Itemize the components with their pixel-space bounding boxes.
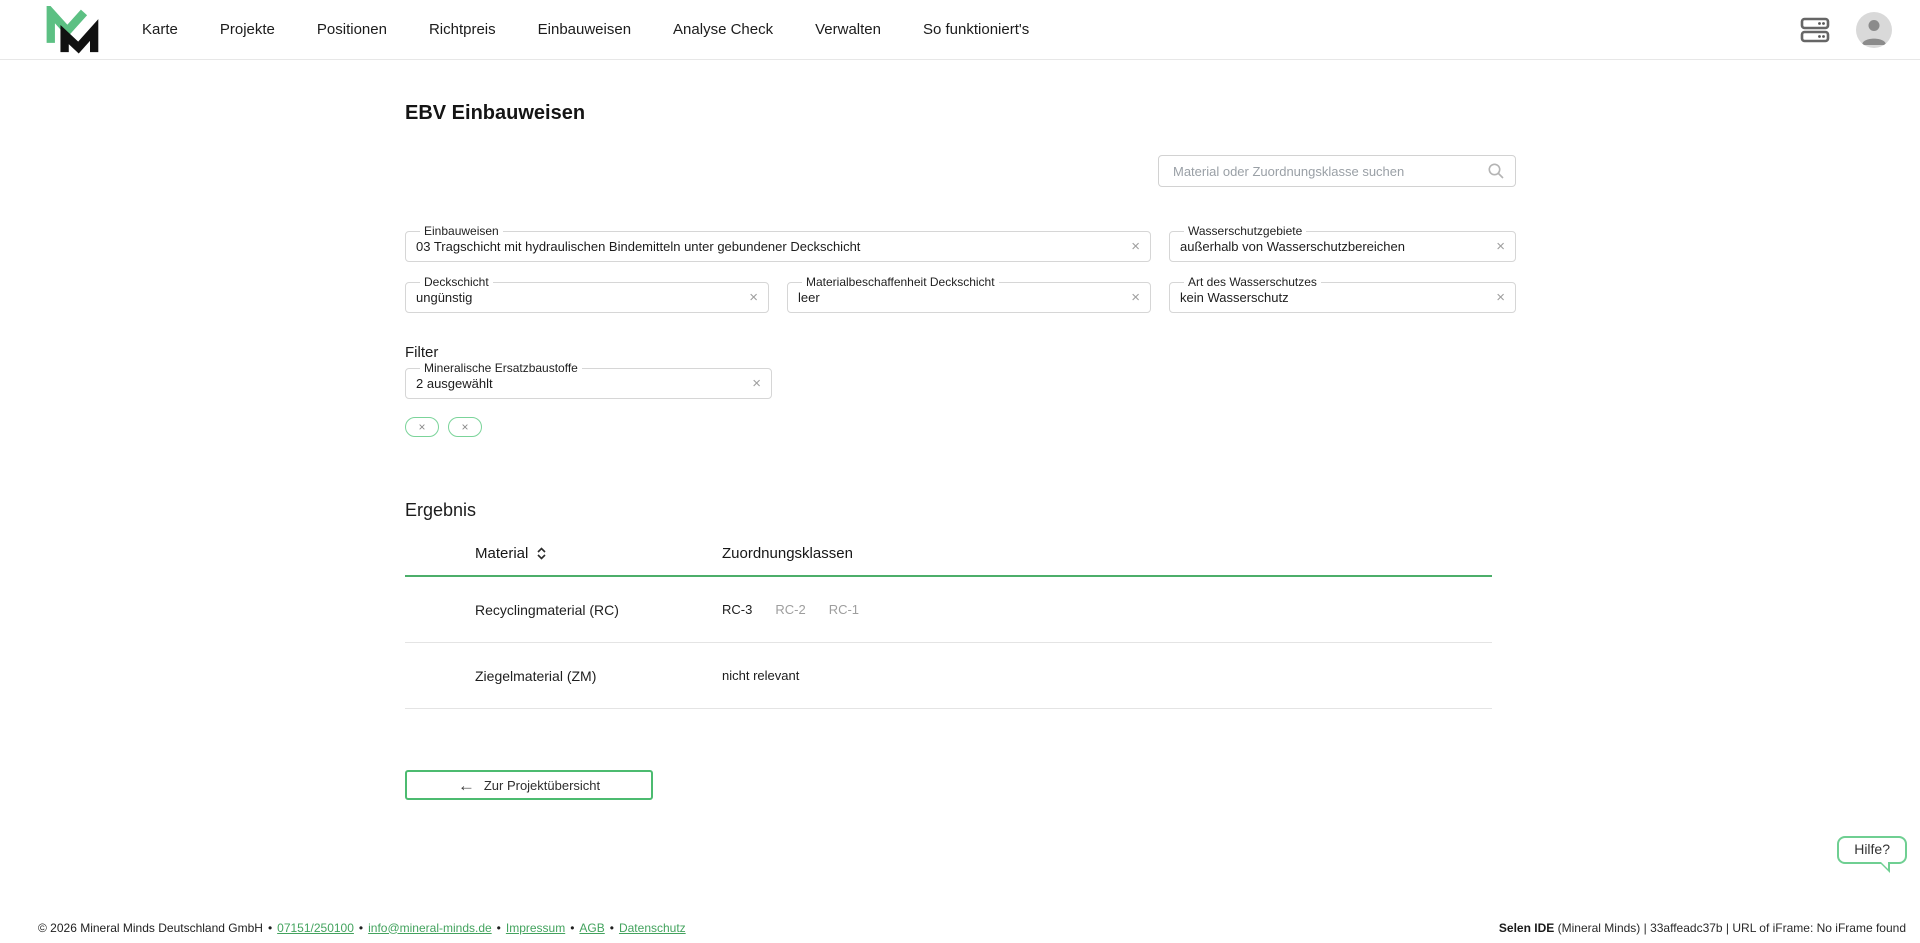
server-stack-icon[interactable] [1798, 13, 1832, 47]
footer-link-email[interactable]: info@mineral-minds.de [368, 921, 492, 935]
field-label: Einbauweisen [420, 224, 503, 238]
field-value: 2 ausgewählt [416, 376, 744, 391]
filter-chip[interactable]: × [448, 417, 482, 437]
clear-icon[interactable]: × [741, 290, 758, 305]
filter-chip[interactable]: × [405, 417, 439, 437]
field-value: 03 Tragschicht mit hydraulischen Bindemi… [416, 239, 1123, 254]
footer-left: © 2026 Mineral Minds Deutschland GmbH • … [38, 921, 686, 935]
mineral-minds-logo-icon[interactable] [42, 6, 102, 54]
field-value: ungünstig [416, 290, 741, 305]
field-label: Wasserschutzgebiete [1184, 224, 1306, 238]
table-header-row: Material Zuordnungsklassen [405, 532, 1492, 577]
search-input[interactable] [1171, 163, 1487, 180]
nav-item-einbauweisen[interactable]: Einbauweisen [538, 21, 631, 38]
nav-menu: Karte Projekte Positionen Richtpreis Ein… [142, 21, 1029, 38]
field-value: leer [798, 290, 1123, 305]
nav-item-positionen[interactable]: Positionen [317, 21, 387, 38]
footer-link-impressum[interactable]: Impressum [506, 921, 565, 935]
back-button-label: Zur Projektübersicht [484, 778, 600, 793]
main-content: EBV Einbauweisen Einbauweisen 03 Tragsch… [405, 102, 1516, 800]
chip-close-icon: × [418, 420, 425, 434]
field-art-des-wasserschutzes[interactable]: Art des Wasserschutzes kein Wasserschutz… [1169, 275, 1516, 313]
class-badge[interactable]: RC-1 [829, 602, 859, 617]
nav-item-projekte[interactable]: Projekte [220, 21, 275, 38]
column-header-material[interactable]: Material [475, 545, 528, 562]
sort-icon[interactable] [534, 546, 549, 561]
field-wasserschutzgebiete[interactable]: Wasserschutzgebiete außerhalb von Wasser… [1169, 224, 1516, 262]
copyright-text: © 2026 Mineral Minds Deutschland GmbH [38, 921, 263, 935]
clear-icon[interactable]: × [1488, 239, 1505, 254]
field-label: Materialbeschaffenheit Deckschicht [802, 275, 999, 289]
field-materialbeschaffenheit-deckschicht[interactable]: Materialbeschaffenheit Deckschicht leer … [787, 275, 1151, 313]
filter-chips: × × [405, 417, 1516, 437]
selection-fields: Einbauweisen 03 Tragschicht mit hydrauli… [405, 224, 1516, 313]
user-avatar[interactable] [1856, 12, 1892, 48]
clear-icon[interactable]: × [1123, 290, 1140, 305]
results-section-title: Ergebnis [405, 500, 1516, 521]
clear-icon[interactable]: × [1123, 239, 1140, 254]
nav-item-karte[interactable]: Karte [142, 21, 178, 38]
nav-item-richtpreis[interactable]: Richtpreis [429, 21, 496, 38]
filter-section-title: Filter [405, 344, 1516, 361]
field-mineralische-ersatzbaustoffe[interactable]: Mineralische Ersatzbaustoffe 2 ausgewähl… [405, 361, 772, 399]
field-label: Mineralische Ersatzbaustoffe [420, 361, 582, 375]
clear-icon[interactable]: × [744, 376, 761, 391]
class-badge[interactable]: RC-2 [775, 602, 805, 617]
ide-info: (Mineral Minds) | 33affeadc37b | URL of … [1554, 921, 1906, 935]
help-label: Hilfe? [1854, 841, 1890, 857]
top-navbar: Karte Projekte Positionen Richtpreis Ein… [0, 0, 1920, 60]
nav-item-analyse-check[interactable]: Analyse Check [673, 21, 773, 38]
field-deckschicht[interactable]: Deckschicht ungünstig × [405, 275, 769, 313]
material-name: Ziegelmaterial (ZM) [475, 668, 596, 684]
material-name: Recyclingmaterial (RC) [475, 602, 619, 618]
search-box [1158, 155, 1516, 187]
results-table: Material Zuordnungsklassen Recyclingmate… [405, 532, 1492, 709]
nav-item-so-funktionierts[interactable]: So funktioniert's [923, 21, 1029, 38]
field-einbauweisen[interactable]: Einbauweisen 03 Tragschicht mit hydrauli… [405, 224, 1151, 262]
table-row[interactable]: Recyclingmaterial (RC) RC-3 RC-2 RC-1 [405, 577, 1492, 643]
search-icon[interactable] [1487, 162, 1505, 180]
field-label: Deckschicht [420, 275, 493, 289]
ide-name: Selen IDE [1499, 921, 1554, 935]
field-label: Art des Wasserschutzes [1184, 275, 1321, 289]
help-bubble-button[interactable]: Hilfe? [1837, 836, 1907, 864]
class-badge[interactable]: RC-3 [722, 602, 752, 617]
footer: © 2026 Mineral Minds Deutschland GmbH • … [0, 912, 1920, 943]
chip-close-icon: × [461, 420, 468, 434]
arrow-left-icon: ← [458, 777, 475, 794]
person-icon [1856, 12, 1892, 48]
footer-link-agb[interactable]: AGB [579, 921, 604, 935]
clear-icon[interactable]: × [1488, 290, 1505, 305]
page-title: EBV Einbauweisen [405, 102, 1516, 125]
footer-link-phone[interactable]: 07151/250100 [277, 921, 354, 935]
nav-item-verwalten[interactable]: Verwalten [815, 21, 881, 38]
field-value: außerhalb von Wasserschutzbereichen [1180, 239, 1488, 254]
footer-link-datenschutz[interactable]: Datenschutz [619, 921, 686, 935]
column-header-zuordnungsklassen: Zuordnungsklassen [722, 545, 853, 562]
table-row[interactable]: Ziegelmaterial (ZM) nicht relevant [405, 643, 1492, 709]
back-to-project-overview-button[interactable]: ← Zur Projektübersicht [405, 770, 653, 800]
footer-right: Selen IDE (Mineral Minds) | 33affeadc37b… [1499, 921, 1906, 935]
class-value: nicht relevant [722, 668, 799, 683]
field-value: kein Wasserschutz [1180, 290, 1488, 305]
